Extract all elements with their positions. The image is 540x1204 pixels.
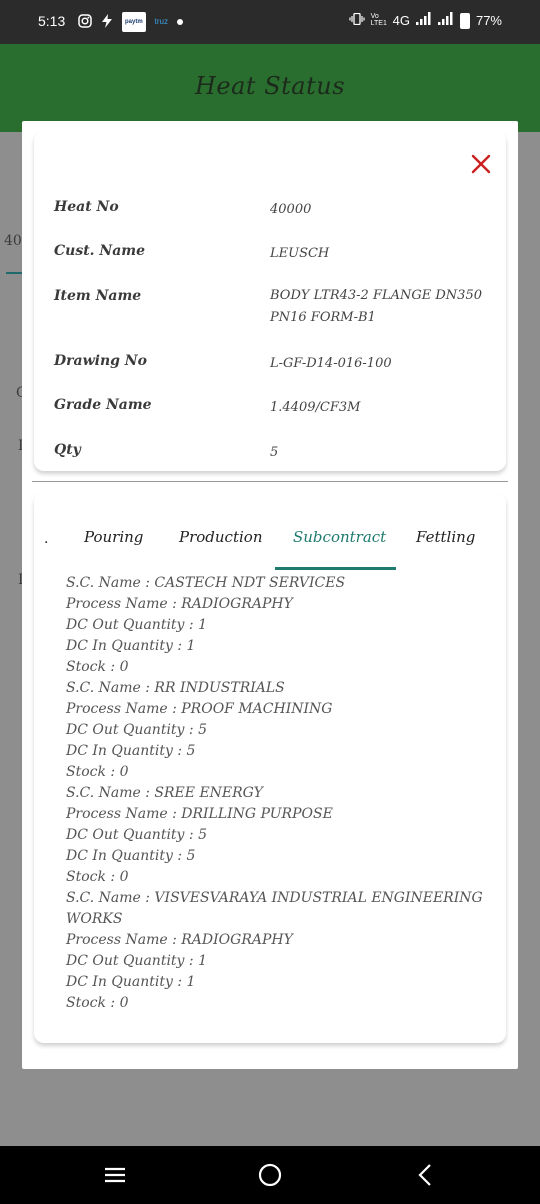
subcontract-line: Process Name : PROOF MACHINING xyxy=(66,701,333,717)
page-title: Heat Status xyxy=(194,72,346,100)
background-text: 40 xyxy=(4,233,22,249)
battery-icon xyxy=(459,13,470,29)
subcontract-line: DC In Quantity : 1 xyxy=(66,638,196,654)
detail-value: 5 xyxy=(270,445,279,460)
subcontract-line: Stock : 0 xyxy=(66,995,129,1011)
subcontract-line: S.C. Name : VISVESVARAYA INDUSTRIAL ENGI… xyxy=(66,890,483,927)
detail-label: Grade Name xyxy=(54,397,152,413)
subcontract-line: DC Out Quantity : 5 xyxy=(66,827,207,843)
close-icon xyxy=(471,154,491,174)
background-tab-indicator xyxy=(6,272,22,274)
detail-value: 40000 xyxy=(270,202,312,217)
subcontract-line: S.C. Name : RR INDUSTRIALS xyxy=(66,680,285,696)
status-bar: 5:13 paytm truz Vo LTE1 4G 77% xyxy=(0,0,540,44)
detail-label: Drawing No xyxy=(54,353,147,369)
details-card: Heat No 40000 Cust. Name LEUSCH Item Nam… xyxy=(34,131,506,471)
bolt-icon xyxy=(101,13,113,31)
battery-percent: 77% xyxy=(475,12,502,28)
subcontract-line: Process Name : DRILLING PURPOSE xyxy=(66,806,333,822)
back-icon xyxy=(418,1164,431,1186)
subcontract-line: DC Out Quantity : 5 xyxy=(66,722,207,738)
app-bar: Heat Status xyxy=(0,44,540,132)
instagram-icon xyxy=(78,13,92,31)
detail-value: LEUSCH xyxy=(270,246,330,261)
tab-overflow-dot: . xyxy=(44,531,49,547)
tab-fettling[interactable]: Fettling xyxy=(416,528,475,546)
divider xyxy=(32,481,508,482)
recents-button[interactable] xyxy=(100,1160,130,1190)
subcontract-line: DC In Quantity : 1 xyxy=(66,974,196,990)
close-button[interactable] xyxy=(470,153,492,175)
navigation-bar xyxy=(0,1146,540,1204)
signal-icon xyxy=(415,12,432,28)
subcontract-line: DC In Quantity : 5 xyxy=(66,848,196,864)
subcontract-line: Process Name : RADIOGRAPHY xyxy=(66,932,293,948)
detail-label: Heat No xyxy=(54,199,119,215)
subcontract-line: DC Out Quantity : 1 xyxy=(66,617,207,633)
menu-icon xyxy=(105,1167,125,1183)
home-icon xyxy=(258,1163,282,1187)
home-button[interactable] xyxy=(255,1160,285,1190)
detail-label: Cust. Name xyxy=(54,243,146,259)
system-icons: Vo LTE1 4G 77% xyxy=(349,12,502,29)
truz-icon: truz xyxy=(154,17,169,26)
subcontract-line: Process Name : RADIOGRAPHY xyxy=(66,596,293,612)
tab-indicator xyxy=(275,567,396,570)
volte-label: Vo LTE1 xyxy=(370,13,387,27)
tab-subcontract[interactable]: Subcontract xyxy=(293,528,386,546)
dot-icon xyxy=(177,19,184,25)
detail-value: L-GF-D14-016-100 xyxy=(270,356,392,371)
tab-pouring[interactable]: Pouring xyxy=(84,528,143,546)
subcontract-list: S.C. Name : CASTECH NDT SERVICES Process… xyxy=(66,573,486,1014)
paytm-icon: paytm xyxy=(122,12,146,32)
subcontract-line: S.C. Name : SREE ENERGY xyxy=(66,785,263,801)
back-button[interactable] xyxy=(410,1160,440,1190)
detail-label: Qty xyxy=(54,442,81,458)
detail-value: BODY LTR43-2 FLANGE DN350 PN16 FORM-B1 xyxy=(270,288,482,325)
detail-value: 1.4409/CF3M xyxy=(270,400,361,415)
detail-label: Item Name xyxy=(54,288,142,304)
subcontract-line: DC In Quantity : 5 xyxy=(66,743,196,759)
subcontract-line: DC Out Quantity : 1 xyxy=(66,953,207,969)
tabs-card: . Pouring Production Subcontract Fettlin… xyxy=(34,493,506,1043)
notification-icons: paytm truz xyxy=(78,12,184,32)
subcontract-line: S.C. Name : CASTECH NDT SERVICES xyxy=(66,575,346,591)
vibrate-icon xyxy=(349,12,365,28)
heat-status-dialog: Heat No 40000 Cust. Name LEUSCH Item Nam… xyxy=(22,121,518,1069)
network-label: 4G xyxy=(392,12,410,28)
subcontract-line: Stock : 0 xyxy=(66,764,129,780)
subcontract-line: Stock : 0 xyxy=(66,869,129,885)
status-time: 5:13 xyxy=(38,13,66,29)
tab-production[interactable]: Production xyxy=(179,528,262,546)
subcontract-line: Stock : 0 xyxy=(66,659,129,675)
signal-2-icon xyxy=(437,12,454,28)
